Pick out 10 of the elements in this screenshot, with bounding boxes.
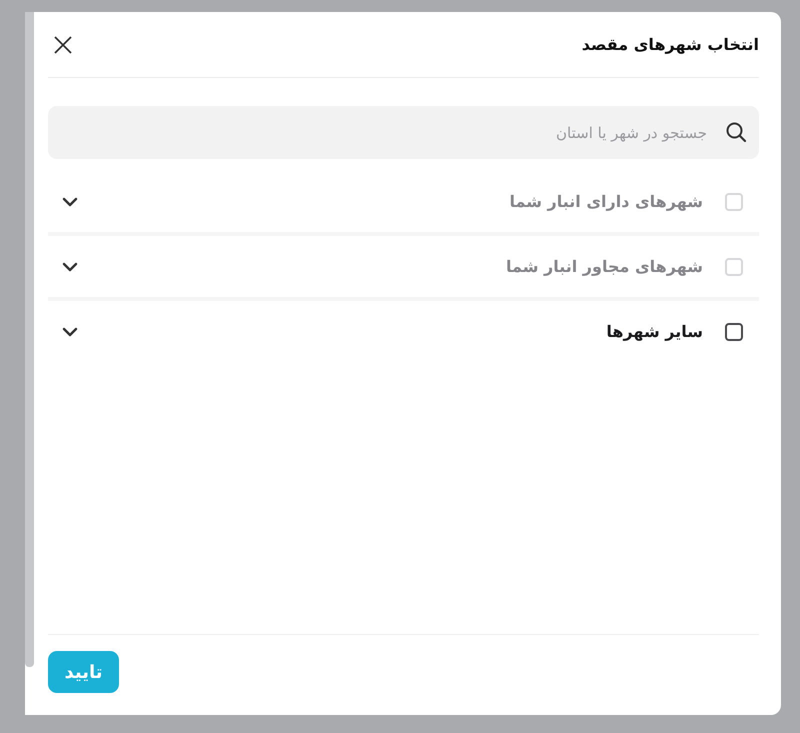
group-label: سایر شهرها (606, 322, 703, 341)
checkbox[interactable] (725, 322, 743, 340)
group-label: شهرهای مجاور انبار شما (506, 257, 703, 276)
scrollbar[interactable] (25, 12, 34, 667)
confirm-button[interactable]: تایید (48, 651, 119, 693)
dialog-title: انتخاب شهرهای مقصد (582, 35, 759, 54)
search-field[interactable]: جستجو در شهر یا استان (48, 106, 759, 159)
search-icon (725, 121, 747, 143)
chevron-icon[interactable] (62, 326, 78, 336)
group-label: شهرهای دارای انبار شما (510, 192, 703, 211)
